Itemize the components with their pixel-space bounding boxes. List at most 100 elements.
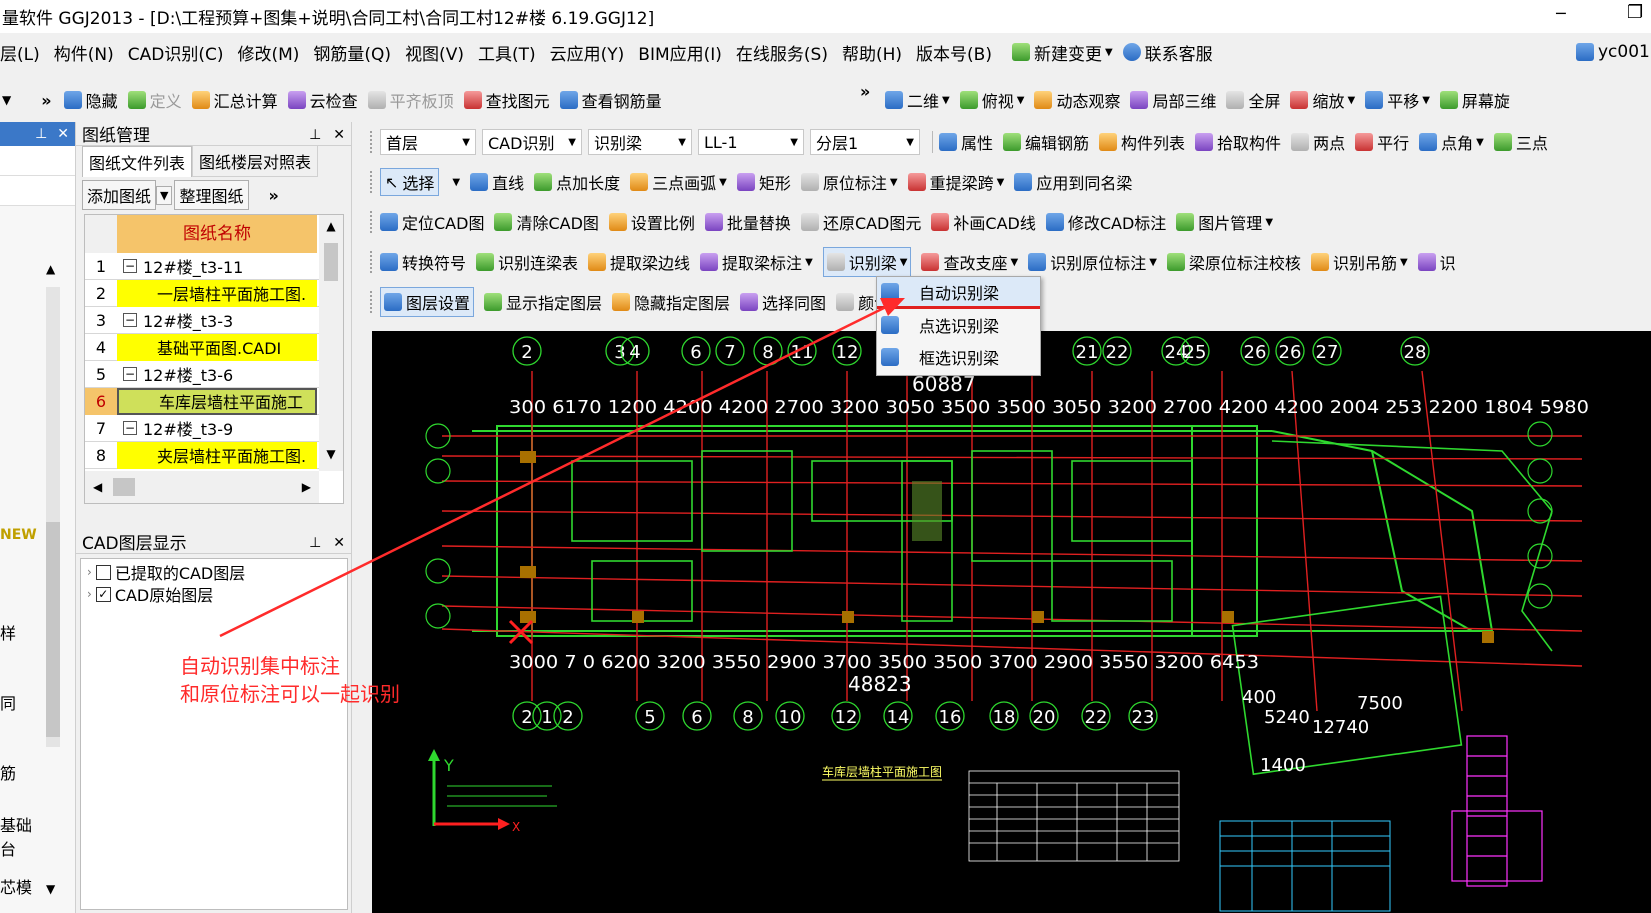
prop-tool-button-5[interactable]: 平行 — [1355, 127, 1409, 157]
prop-tool-button-3[interactable]: 拾取构件 — [1195, 127, 1281, 157]
drawing-row[interactable]: 2 一层墙柱平面施工图. — [85, 279, 343, 307]
main-tool-button-6[interactable]: 查看钢筋量 — [559, 85, 662, 115]
menu-option-2[interactable]: 框选识别梁 — [877, 341, 1040, 373]
pin-icon[interactable]: ⊥ — [309, 127, 321, 143]
tab-drawing-list[interactable]: 图纸文件列表 — [82, 145, 193, 177]
recognize-tool-button-8[interactable]: 识别吊筋 ▼ — [1310, 247, 1408, 277]
drawing-group[interactable]: −12#楼_t3-9 — [117, 415, 317, 442]
pin-icon[interactable]: ⊥ — [309, 535, 321, 551]
view-tool-button-4[interactable]: 全屏 — [1226, 85, 1280, 115]
layer-item-extracted[interactable]: › 已提取的CAD图层 — [87, 561, 341, 583]
recognize-tool-button-7[interactable]: 梁原位标注校核 — [1166, 247, 1301, 277]
chevron-down-icon[interactable]: ▼ — [719, 177, 727, 188]
add-drawing-dropdown[interactable]: ▼ — [156, 185, 173, 205]
close-icon[interactable]: ✕ — [333, 535, 345, 551]
left-strip-scroll-up-icon[interactable]: ▲ — [46, 262, 55, 276]
collapse-icon[interactable]: − — [123, 367, 137, 381]
view-tool-button-0[interactable]: 二维 ▼ — [885, 85, 950, 115]
layer-tool-button-2[interactable]: 隐藏指定图层 — [612, 287, 730, 317]
draw-tool-button-3[interactable]: 矩形 — [736, 167, 791, 197]
chevron-down-icon[interactable]: ▼ — [890, 177, 898, 188]
recognize-tool-button-5[interactable]: 查改支座 ▼ — [921, 247, 1018, 277]
menu-item-1[interactable]: 构件(N) — [54, 40, 114, 65]
restore-button[interactable]: ❐ — [1627, 2, 1643, 23]
chevron-down-icon[interactable]: ▼ — [805, 257, 813, 268]
cad-tool-button-7[interactable]: 图片管理 ▼ — [1176, 207, 1273, 237]
scroll-h-thumb[interactable] — [113, 478, 135, 496]
prop-tool-button-1[interactable]: 编辑钢筋 — [1003, 127, 1089, 157]
drawing-name[interactable]: 夹层墙柱平面施工图. — [117, 441, 317, 469]
main-tool-button-0[interactable]: 隐藏 — [63, 85, 118, 115]
menu-option-0[interactable]: 自动识别梁 — [877, 277, 1040, 309]
drawing-name[interactable]: 基础平面图.CADI — [117, 333, 317, 361]
left-strip-text[interactable]: 筋 — [0, 760, 16, 784]
left-strip-text[interactable]: 芯模 — [0, 874, 32, 898]
menu-item-11[interactable]: 版本号(B) — [916, 40, 992, 65]
user-account[interactable]: yc001 — [1576, 37, 1650, 67]
drawing-row[interactable]: 7 −12#楼_t3-9 — [85, 415, 343, 442]
drawing-row[interactable]: 1 −12#楼_t3-11 — [85, 253, 343, 280]
recognize-tool-button-6[interactable]: 识别原位标注 ▼ — [1028, 247, 1157, 277]
chevron-down-icon[interactable]: ▼ — [1265, 217, 1273, 228]
menu-item-0[interactable]: 层(L) — [0, 40, 40, 65]
left-strip-text[interactable]: 基础 — [0, 812, 32, 836]
left-strip-text[interactable]: 样 — [0, 620, 16, 644]
layer-tool-button-3[interactable]: 选择同图 — [740, 287, 826, 317]
cad-tool-button-6[interactable]: 修改CAD标注 — [1045, 207, 1166, 237]
left-strip-row[interactable] — [0, 146, 75, 176]
add-drawing-button[interactable]: 添加图纸 — [82, 180, 157, 210]
type-select[interactable]: 识别梁 ▼ — [588, 129, 692, 155]
menu-item-3[interactable]: 修改(M) — [237, 40, 299, 65]
left-strip-text[interactable]: 同 — [0, 690, 16, 714]
draw-tool-button-5[interactable]: 重提梁跨 ▼ — [907, 167, 1005, 197]
checkbox-checked[interactable]: ✓ — [95, 586, 111, 602]
drawing-row[interactable]: 8 夹层墙柱平面施工图. — [85, 441, 343, 469]
menu-item-10[interactable]: 帮助(H) — [842, 40, 902, 65]
overflow-icon-2[interactable]: » — [860, 82, 870, 101]
recognize-tool-button-2[interactable]: 提取梁边线 — [588, 247, 690, 277]
chevron-down-icon[interactable]: ▼ — [942, 95, 950, 106]
view-tool-button-5[interactable]: 缩放 ▼ — [1290, 85, 1355, 115]
draw-tool-button-0[interactable]: 直线 — [470, 167, 524, 197]
drawing-row[interactable]: 4 基础平面图.CADI — [85, 333, 343, 361]
left-strip-scroll-down-icon[interactable]: ▼ — [46, 882, 55, 896]
chevron-down-icon[interactable]: ▼ — [900, 257, 908, 268]
chevron-down-icon[interactable]: ▼ — [1149, 257, 1157, 268]
drawing-name[interactable]: 车库层墙柱平面施工 — [117, 387, 317, 415]
drawing-row[interactable]: 5 −12#楼_t3-6 — [85, 361, 343, 388]
cad-tool-button-5[interactable]: 补画CAD线 — [931, 207, 1036, 237]
prop-tool-button-6[interactable]: 点角 ▼ — [1419, 127, 1484, 157]
menu-item-4[interactable]: 钢筋量(Q) — [313, 40, 391, 65]
chevron-down-icon[interactable]: ▼ — [1011, 257, 1019, 268]
draw-tool-button-1[interactable]: 点加长度 — [534, 167, 620, 197]
recognize-tool-button-3[interactable]: 提取梁标注 ▼ — [700, 247, 813, 277]
close-icon[interactable]: ✕ — [57, 126, 69, 142]
overflow-icon[interactable]: » — [41, 91, 51, 110]
chevron-down-icon[interactable]: ▼ — [1476, 137, 1484, 148]
cad-tool-button-0[interactable]: 定位CAD图 — [380, 207, 484, 237]
menu-item-7[interactable]: 云应用(Y) — [550, 40, 625, 65]
prop-tool-button-4[interactable]: 两点 — [1291, 127, 1345, 157]
new-change-button[interactable]: 新建变更 ▼ — [1011, 37, 1113, 67]
view-tool-button-7[interactable]: 屏幕旋 — [1439, 85, 1510, 115]
main-tool-button-2[interactable]: 汇总计算 — [191, 85, 278, 115]
support-button[interactable]: 联系客服 — [1122, 37, 1213, 67]
main-tool-button-3[interactable]: 云检查 — [287, 85, 358, 115]
cad-tool-button-3[interactable]: 批量替换 — [704, 207, 791, 237]
scroll-left-icon[interactable]: ◀ — [93, 480, 102, 494]
prop-tool-button-2[interactable]: 构件列表 — [1099, 127, 1185, 157]
view-tool-button-2[interactable]: 动态观察 — [1034, 85, 1120, 115]
select-button[interactable]: ↖ 选择 — [380, 168, 440, 196]
drawing-row[interactable]: 6 车库层墙柱平面施工 — [85, 387, 343, 415]
drawing-table-vscroll[interactable]: ▲ ▼ — [319, 215, 343, 471]
chevron-down-icon[interactable]: ▼ — [997, 177, 1005, 188]
menu-item-5[interactable]: 视图(V) — [405, 40, 464, 65]
chevron-down-icon[interactable]: ▼ — [1348, 95, 1356, 106]
layer-tool-button-1[interactable]: 显示指定图层 — [484, 287, 602, 317]
main-tool-button-1[interactable]: 定义 — [127, 85, 182, 115]
left-strip-scroll-thumb[interactable] — [46, 522, 60, 737]
cad-canvas[interactable]: 2 3 4 6 7 8 11 12 21 22 24 25 26 26 27 28 2 1 2 5 6 8 10 12 14 1… — [372, 331, 1651, 913]
drawing-group[interactable]: −12#楼_t3-11 — [117, 253, 317, 280]
main-tool-button-5[interactable]: 查找图元 — [463, 85, 550, 115]
draw-tool-button-4[interactable]: 原位标注 ▼ — [800, 167, 898, 197]
